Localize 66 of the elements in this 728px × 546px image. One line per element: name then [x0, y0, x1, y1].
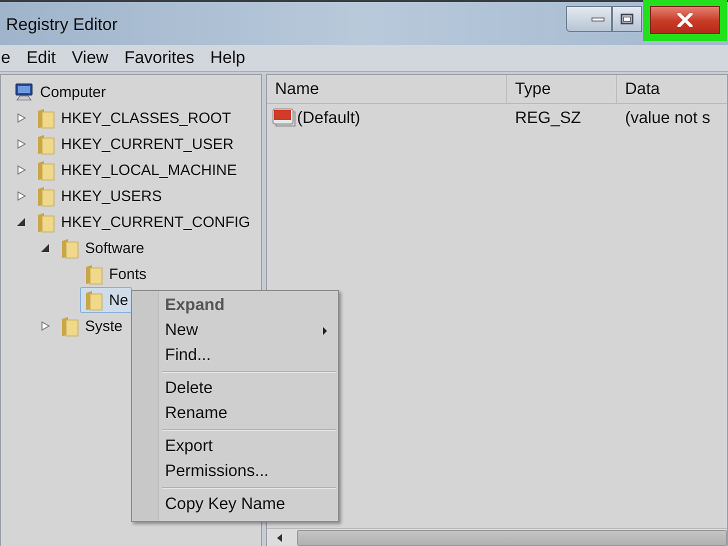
- menu-item[interactable]: Expand: [132, 293, 338, 318]
- scrollbar-thumb[interactable]: [297, 530, 727, 546]
- string-value-icon: [272, 108, 296, 128]
- tree-item[interactable]: HKEY_CLASSES_ROOT: [32, 105, 236, 131]
- close-icon: [676, 13, 694, 27]
- folder-icon: [36, 107, 56, 129]
- folder-icon: [36, 185, 56, 207]
- tree-item[interactable]: Fonts: [80, 261, 151, 287]
- window-title: Registry Editor: [6, 15, 118, 35]
- tree-item[interactable]: HKEY_CURRENT_CONFIG: [32, 209, 254, 235]
- scroll-left-icon[interactable]: [275, 533, 285, 543]
- collapsed-arrow-icon[interactable]: [17, 113, 26, 123]
- tree-item-label: Ne: [109, 292, 128, 308]
- collapsed-arrow-icon[interactable]: [41, 321, 50, 331]
- menu-item[interactable]: Delete: [132, 376, 338, 401]
- menu-item[interactable]: e: [0, 48, 12, 68]
- tree-item-label: Computer: [40, 84, 106, 100]
- tree-item-label: Software: [85, 240, 144, 256]
- tree-item[interactable]: HKEY_LOCAL_MACHINE: [32, 157, 241, 183]
- tree-item-label: HKEY_USERS: [61, 188, 162, 204]
- folder-icon: [84, 263, 104, 285]
- menu-item[interactable]: Edit: [25, 48, 57, 68]
- expanded-arrow-icon[interactable]: [41, 243, 50, 253]
- tree-item[interactable]: Syste: [56, 313, 127, 339]
- column-header[interactable]: Name: [267, 75, 507, 103]
- menu-item[interactable]: Permissions...: [132, 459, 338, 484]
- tree-item[interactable]: Ne: [80, 287, 132, 313]
- collapsed-arrow-icon[interactable]: [17, 165, 26, 175]
- computer-icon: [13, 83, 35, 101]
- tree-item-label: HKEY_CURRENT_USER: [61, 136, 234, 152]
- folder-icon: [60, 237, 80, 259]
- collapsed-arrow-icon[interactable]: [17, 139, 26, 149]
- tree-item[interactable]: HKEY_USERS: [32, 183, 166, 209]
- tree-item[interactable]: Software: [56, 235, 148, 261]
- horizontal-scrollbar[interactable]: [267, 528, 727, 546]
- expanded-arrow-icon[interactable]: [17, 217, 26, 227]
- menu-item[interactable]: New: [132, 318, 338, 343]
- tree-item-label: Fonts: [109, 266, 147, 282]
- column-header[interactable]: Type: [507, 75, 617, 103]
- tree-item-label: Syste: [85, 318, 123, 334]
- folder-icon: [60, 315, 80, 337]
- menu-item[interactable]: Favorites: [123, 48, 196, 68]
- table-cell-text: REG_SZ: [514, 108, 582, 128]
- folder-icon: [84, 289, 104, 311]
- menu-item[interactable]: Find...: [132, 343, 338, 368]
- tree-item-label: HKEY_CURRENT_CONFIG: [61, 214, 250, 230]
- column-header[interactable]: Data: [617, 75, 727, 103]
- tree-item[interactable]: Computer: [9, 81, 110, 103]
- tree-item-label: HKEY_CLASSES_ROOT: [61, 110, 232, 126]
- folder-icon: [36, 133, 56, 155]
- menu-item[interactable]: View: [70, 48, 110, 68]
- maximize-button[interactable]: [612, 6, 642, 32]
- folder-icon: [36, 211, 56, 233]
- tree-item[interactable]: HKEY_CURRENT_USER: [32, 131, 238, 157]
- menu-item[interactable]: Export: [132, 434, 338, 459]
- menu-item[interactable]: Help: [209, 48, 246, 68]
- folder-icon: [36, 159, 56, 181]
- minimize-icon: [591, 16, 605, 22]
- maximize-icon: [620, 13, 634, 25]
- tree-item-label: HKEY_LOCAL_MACHINE: [61, 162, 237, 178]
- menu-item[interactable]: Copy Key Name: [132, 492, 338, 517]
- minimize-button[interactable]: [566, 6, 612, 32]
- table-cell-text: (value not s: [624, 108, 712, 128]
- table-cell: (Default): [297, 108, 360, 128]
- collapsed-arrow-icon[interactable]: [17, 191, 26, 201]
- menu-item[interactable]: Rename: [132, 401, 338, 426]
